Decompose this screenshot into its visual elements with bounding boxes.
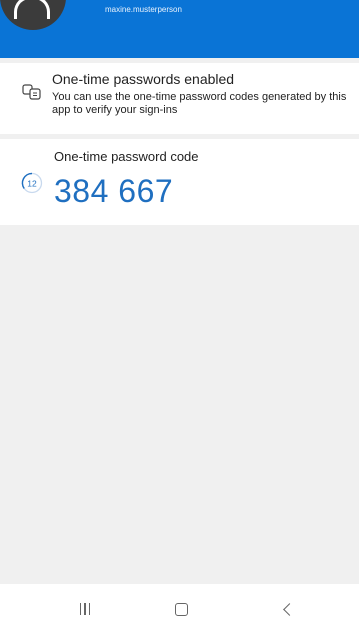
otp-enabled-title: One-time passwords enabled [52,71,235,87]
recents-icon [79,603,91,615]
account-header: maxine.musterperson [0,0,359,58]
home-icon [174,602,188,616]
otp-code-title: One-time password code [54,149,199,164]
otp-code-value[interactable]: 384 667 [54,173,173,209]
otp-enabled-card: One-time passwords enabled You can use t… [0,63,359,134]
otp-enabled-description: You can use the one-time password codes … [52,91,347,116]
otp-devices-icon [22,84,41,100]
system-navigation-bar [0,584,359,633]
countdown-seconds: 12 [27,179,37,189]
recents-button[interactable] [70,598,100,620]
countdown-timer-icon: 12 [21,172,43,194]
avatar[interactable] [0,0,66,30]
avatar-person-icon [14,0,50,19]
back-icon [282,602,296,616]
authenticator-screen: maxine.musterperson One-time passwords e… [0,0,359,633]
otp-code-card[interactable]: 12 One-time password code 384 667 [0,139,359,225]
back-button[interactable] [272,598,302,620]
account-username: maxine.musterperson [105,5,182,14]
home-button[interactable] [166,598,196,620]
